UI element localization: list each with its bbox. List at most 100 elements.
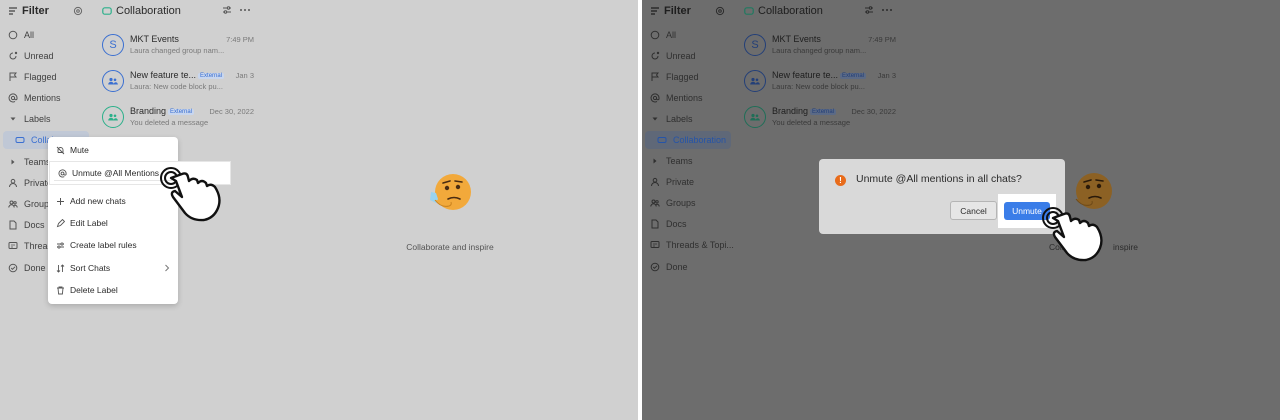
menu-item-create-label-rules[interactable]: Create label rules bbox=[48, 235, 178, 255]
chat-item[interactable]: S MKT Events 7:49 PM Laura changed group… bbox=[744, 33, 896, 63]
main-empty-state: Collaborate and inspire bbox=[262, 0, 638, 420]
menu-item-sort-chats[interactable]: Sort Chats bbox=[48, 258, 178, 278]
chat-preview: Laura changed group nam... bbox=[130, 46, 225, 55]
filter-item-label: Collaboration bbox=[673, 135, 727, 145]
filter-item-label: All bbox=[666, 30, 677, 40]
filter-item-labels[interactable]: Labels bbox=[642, 110, 734, 128]
filter-title: Filter bbox=[664, 5, 691, 17]
pencil-icon bbox=[56, 218, 65, 228]
more-icon[interactable] bbox=[239, 5, 251, 15]
chat-name: New feature te... bbox=[772, 70, 839, 80]
doc-icon bbox=[650, 219, 660, 229]
tune-icon[interactable] bbox=[864, 5, 874, 15]
thread-icon bbox=[650, 240, 660, 250]
chat-preview: You deleted a message bbox=[772, 118, 851, 127]
chat-item[interactable]: Branding External Dec 30, 2022 You delete… bbox=[102, 105, 254, 135]
group-icon bbox=[749, 76, 761, 86]
unread-icon bbox=[650, 51, 660, 61]
caret-down-icon bbox=[8, 114, 18, 124]
caret-down-icon bbox=[650, 114, 660, 124]
chat-name: MKT Events bbox=[772, 34, 821, 44]
filter-header: Filter bbox=[8, 4, 84, 18]
filter-item-label: Mentions bbox=[24, 93, 61, 103]
chat-name: Branding bbox=[772, 106, 809, 116]
chat-time: Jan 3 bbox=[235, 71, 254, 80]
filter-item-groups[interactable]: Groups bbox=[642, 194, 734, 212]
chat-time: Dec 30, 2022 bbox=[851, 107, 896, 116]
chat-name-row: New feature te... External bbox=[772, 70, 867, 80]
group-icon bbox=[8, 199, 18, 209]
filter-item-flagged[interactable]: Flagged bbox=[0, 68, 92, 86]
right-screenshot-panel: Filter All Unread Flagged Mentions Label… bbox=[642, 0, 1280, 420]
menu-item-label: Add new chats bbox=[70, 196, 126, 206]
filter-item-label: Docs bbox=[666, 219, 687, 229]
chat-name-row: New feature te... External bbox=[130, 70, 225, 80]
bell-off-icon bbox=[56, 146, 65, 155]
avatar bbox=[102, 106, 124, 128]
chat-preview: Laura: New code block pu... bbox=[772, 82, 865, 91]
menu-item-label: Edit Label bbox=[70, 218, 108, 228]
filter-item-threads[interactable]: Threads & Topi... bbox=[642, 236, 734, 254]
empty-state-caption: Collaborate and inspire bbox=[406, 242, 494, 252]
at-icon bbox=[58, 168, 67, 178]
menu-item-mute[interactable]: Mute bbox=[48, 140, 178, 160]
warning-icon: ! bbox=[835, 175, 846, 186]
filter-item-label: Docs bbox=[24, 220, 45, 230]
filter-item-unread[interactable]: Unread bbox=[0, 47, 92, 65]
filter-item-docs[interactable]: Docs bbox=[642, 215, 734, 233]
filter-item-all[interactable]: All bbox=[642, 26, 734, 44]
filter-item-labels[interactable]: Labels bbox=[0, 110, 92, 128]
label-icon bbox=[15, 135, 25, 145]
menu-item-label: Delete Label bbox=[70, 285, 118, 295]
filter-item-label: Private bbox=[666, 177, 695, 187]
more-icon[interactable] bbox=[881, 5, 893, 15]
filter-lines-icon bbox=[650, 6, 660, 16]
filter-item-mentions[interactable]: Mentions bbox=[0, 89, 92, 107]
doc-icon bbox=[8, 220, 18, 230]
filter-item-flagged[interactable]: Flagged bbox=[642, 68, 734, 86]
list-header: Collaboration bbox=[744, 4, 823, 18]
avatar bbox=[744, 70, 766, 92]
tune-icon[interactable] bbox=[222, 5, 232, 15]
caret-right-icon bbox=[8, 157, 18, 167]
filter-item-done[interactable]: Done bbox=[642, 258, 734, 276]
filter-item-unread[interactable]: Unread bbox=[642, 47, 734, 65]
filter-item-private[interactable]: Private bbox=[642, 173, 734, 191]
list-header: Collaboration bbox=[102, 4, 181, 18]
chat-bubble-icon bbox=[8, 30, 18, 40]
menu-item-delete-label[interactable]: Delete Label bbox=[48, 280, 178, 300]
chat-preview: You deleted a message bbox=[130, 118, 209, 127]
filter-item-all[interactable]: All bbox=[0, 26, 92, 44]
external-badge: External bbox=[810, 109, 837, 115]
left-screenshot-panel: Filter All Unread Flagged Mentions Label… bbox=[0, 0, 638, 420]
filter-item-label: Unread bbox=[24, 51, 54, 61]
trash-icon bbox=[56, 286, 65, 295]
chat-item[interactable]: New feature te... External Jan 3 Laura: N… bbox=[102, 69, 254, 99]
cancel-button[interactable]: Cancel bbox=[950, 201, 997, 220]
filter-item-mentions[interactable]: Mentions bbox=[642, 89, 734, 107]
filter-item-label: All bbox=[24, 30, 35, 40]
plus-icon bbox=[56, 197, 65, 206]
chat-item[interactable]: New feature te... External Jan 3 Laura: N… bbox=[744, 69, 896, 99]
pointing-hand-cursor-icon bbox=[158, 166, 228, 230]
group-icon bbox=[650, 198, 660, 208]
filter-title: Filter bbox=[22, 5, 49, 17]
filter-item-collaboration[interactable]: Collaboration bbox=[645, 131, 731, 149]
menu-item-label: Unmute @All Mentions bbox=[72, 168, 160, 178]
gear-icon[interactable] bbox=[714, 5, 726, 17]
filter-item-teams[interactable]: Teams bbox=[642, 152, 734, 170]
filter-item-label: Threads & Topi... bbox=[666, 240, 734, 250]
gear-icon[interactable] bbox=[72, 5, 84, 17]
at-icon bbox=[8, 93, 18, 103]
check-circle-icon bbox=[8, 263, 18, 273]
avatar bbox=[744, 106, 766, 128]
pointing-hand-cursor-icon bbox=[1040, 206, 1110, 270]
sort-icon bbox=[56, 263, 65, 273]
chat-item[interactable]: Branding External Dec 30, 2022 You delete… bbox=[744, 105, 896, 135]
filter-item-label: Flagged bbox=[24, 72, 57, 82]
chat-item[interactable]: S MKT Events 7:49 PM Laura changed group… bbox=[102, 33, 254, 63]
person-icon bbox=[8, 178, 18, 188]
chat-time: Dec 30, 2022 bbox=[209, 107, 254, 116]
filter-header: Filter bbox=[650, 4, 726, 18]
list-title: Collaboration bbox=[758, 5, 823, 17]
